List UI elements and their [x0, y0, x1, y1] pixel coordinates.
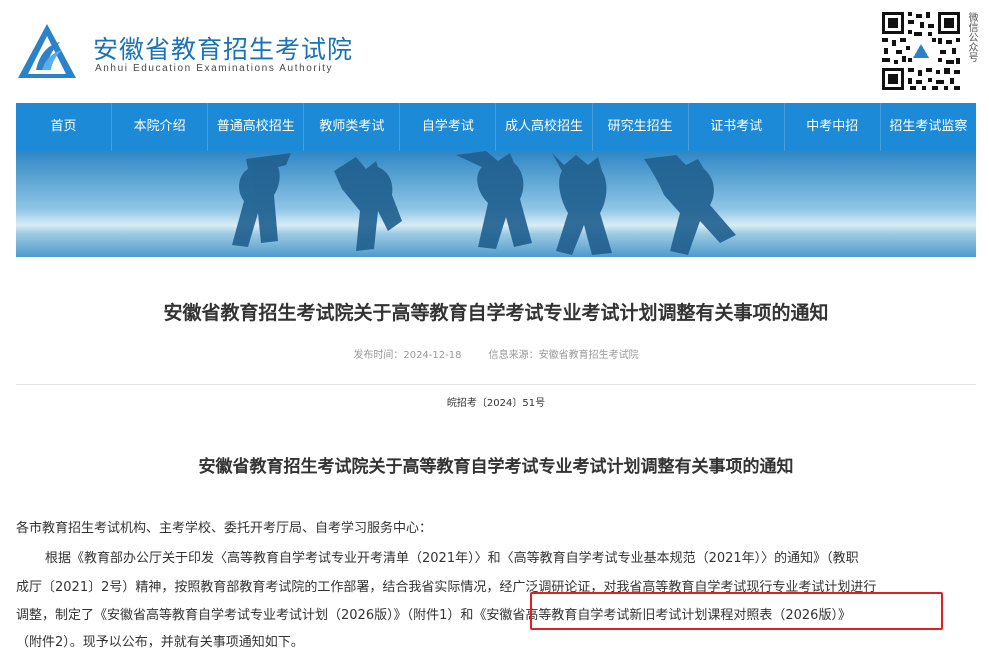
nav-item-about[interactable]: 本院介绍	[112, 103, 209, 151]
highlight-annotation-box	[530, 592, 943, 630]
body-line-4: （附件2）。现予以公布，并就有关事项通知如下。	[16, 635, 304, 649]
nav-item-home[interactable]: 首页	[16, 103, 113, 151]
qr-code-label: 微信公众号	[966, 12, 977, 62]
salutation-line: 各市教育招生考试机构、主考学校、委托开考厅局、自考学习服务中心：	[16, 521, 433, 536]
nav-item-adult-admission[interactable]: 成人高校招生	[496, 103, 593, 151]
logo-icon[interactable]	[16, 22, 78, 82]
notice-title: 安徽省教育招生考试院关于高等教育自学考试专业考试计划调整有关事项的通知	[198, 457, 794, 477]
nav-item-college-admission[interactable]: 普通高校招生	[208, 103, 305, 151]
nav-item-certificate-exam[interactable]: 证书考试	[689, 103, 785, 151]
nav-item-teacher-exam[interactable]: 教师类考试	[304, 103, 401, 151]
info-source: 信息来源：安徽省教育招生考试院	[488, 350, 639, 361]
nav-item-high-school-admission[interactable]: 中考中招	[785, 103, 881, 151]
main-nav: 首页 本院介绍 普通高校招生 教师类考试 自学考试 成人高校招生 研究生招生 证…	[16, 103, 976, 151]
publish-time: 发布时间：2024-12-18	[353, 350, 462, 361]
document-number: 皖招考〔2024〕51号	[446, 398, 546, 409]
divider	[16, 384, 976, 385]
header-banner-image	[16, 151, 976, 257]
article-meta: 发布时间：2024-12-18 信息来源：安徽省教育招生考试院	[16, 346, 976, 361]
org-name-cn[interactable]: 安徽省教育招生考试院	[93, 30, 353, 66]
nav-item-exam-supervision[interactable]: 招生考试监察	[881, 103, 976, 151]
article-title: 安徽省教育招生考试院关于高等教育自学考试专业考试计划调整有关事项的通知	[163, 302, 829, 324]
nav-item-graduate-admission[interactable]: 研究生招生	[593, 103, 689, 151]
org-name-en: Anhui Education Examinations Authority	[95, 63, 334, 74]
body-line-1: 根据《教育部办公厅关于印发〈高等教育自学考试专业开考清单（2021年）〉和〈高等…	[45, 551, 859, 566]
nav-item-self-study-exam[interactable]: 自学考试	[400, 103, 497, 151]
qr-code-icon	[880, 10, 962, 92]
site-header: 安徽省教育招生考试院 Anhui Education Examinations …	[0, 0, 989, 100]
